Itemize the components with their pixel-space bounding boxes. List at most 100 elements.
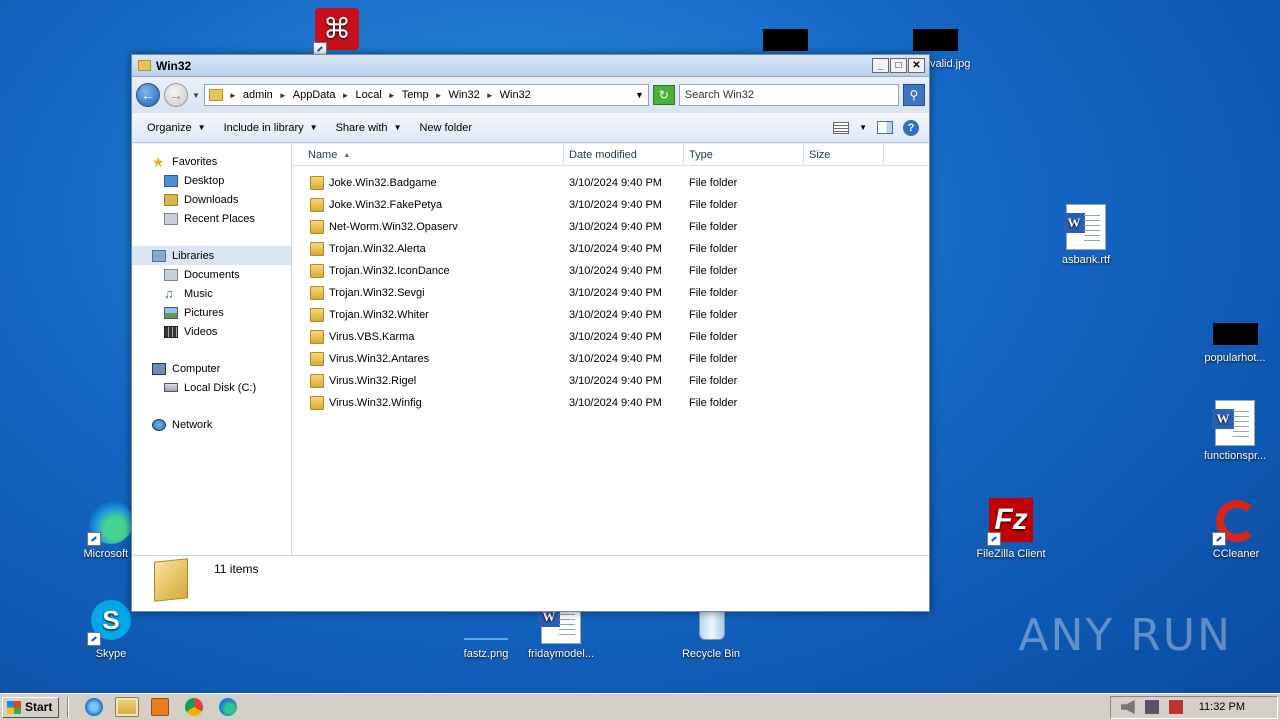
nav-label: Local Disk (C:) [184, 381, 257, 394]
nav-libraries[interactable]: Libraries [132, 246, 291, 265]
folder-icon [310, 198, 324, 212]
forward-button[interactable]: → [164, 83, 188, 107]
title-bar[interactable]: Win32 _ □ ✕ [132, 55, 929, 77]
nav-recent-places[interactable]: Recent Places [132, 209, 291, 228]
network-tray-icon[interactable] [1144, 700, 1159, 714]
chevron-right-icon[interactable]: ► [279, 91, 287, 100]
date-modified-cell: 3/10/2024 9:40 PM [569, 287, 662, 299]
table-row[interactable]: Virus.Win32.Rigel 3/10/2024 9:40 PM File f… [292, 370, 929, 392]
new-folder-button[interactable]: New folder [410, 122, 481, 134]
redacted-icon [913, 29, 958, 51]
disk-icon [164, 383, 178, 392]
media-player-icon[interactable] [151, 698, 170, 716]
preview-pane-icon[interactable] [877, 121, 893, 134]
desktop-icon-label: Recycle Bin [681, 648, 741, 660]
desktop-icon-popularhot[interactable]: popularhot... [1190, 352, 1280, 364]
chevron-right-icon[interactable]: ► [229, 91, 237, 100]
nav-pictures[interactable]: Pictures [132, 303, 291, 322]
nav-music[interactable]: ♫ Music [132, 284, 291, 303]
organize-button[interactable]: Organize ▼ [138, 122, 215, 134]
nav-network[interactable]: Network [132, 415, 291, 434]
pictures-icon [164, 306, 178, 319]
column-header-name[interactable]: Name ▲ [292, 144, 564, 166]
breadcrumb-admin[interactable]: admin [243, 89, 273, 101]
explorer-icon[interactable] [115, 697, 140, 717]
address-bar[interactable]: ► admin ► AppData ► Local ► Temp ► Win32… [203, 84, 649, 106]
include-in-library-button[interactable]: Include in library ▼ [215, 122, 327, 134]
table-row[interactable]: Trojan.Win32.IconDance 3/10/2024 9:40 PM F… [292, 260, 929, 282]
nav-computer[interactable]: Computer [132, 359, 291, 378]
column-header-size[interactable]: Size [804, 144, 884, 166]
chevron-down-icon: ▼ [197, 123, 206, 132]
back-button[interactable]: ← [136, 83, 160, 107]
chevron-right-icon[interactable]: ► [435, 91, 443, 100]
nav-label: Downloads [184, 193, 239, 206]
type-cell: File folder [689, 353, 738, 365]
include-in-library-label: Include in library [223, 121, 304, 134]
chrome-icon[interactable] [185, 698, 204, 716]
column-header-type[interactable]: Type [684, 144, 804, 166]
nav-downloads[interactable]: Downloads [132, 190, 291, 209]
date-modified-cell: 3/10/2024 9:40 PM [569, 397, 662, 409]
chevron-down-icon[interactable]: ▼ [635, 90, 644, 100]
nav-desktop[interactable]: Desktop [132, 171, 291, 190]
share-with-button[interactable]: Share with ▼ [327, 122, 411, 134]
explorer-window[interactable]: Win32 _ □ ✕ ← → ▼ ► admin ► AppData ► Lo… [131, 54, 930, 612]
minimize-button[interactable]: _ [872, 58, 889, 73]
file-list[interactable]: Name ▲ Date modified Type Size Joke.Win3… [292, 144, 929, 555]
recent-places-icon [164, 212, 178, 225]
breadcrumb-appdata[interactable]: AppData [293, 89, 336, 101]
close-button[interactable]: ✕ [908, 58, 925, 73]
folder-icon [310, 176, 324, 190]
chevron-right-icon[interactable]: ► [388, 91, 396, 100]
table-row[interactable]: Virus.Win32.Winfig 3/10/2024 9:40 PM File … [292, 392, 929, 414]
table-row[interactable]: Trojan.Win32.Sevgi 3/10/2024 9:40 PM File … [292, 282, 929, 304]
breadcrumb-win32[interactable]: Win32 [449, 89, 480, 101]
edge-icon[interactable] [219, 698, 238, 716]
nav-local-disk[interactable]: Local Disk (C:) [132, 378, 291, 397]
table-row[interactable]: Joke.Win32.FakePetya 3/10/2024 9:40 PM Fil… [292, 194, 929, 216]
volume-icon[interactable] [1120, 700, 1135, 714]
desktop-icon-filezilla[interactable]: Fz FileZilla Client [966, 498, 1056, 560]
table-row[interactable]: Net-Worm.Win32.Opaserv 3/10/2024 9:40 PM F… [292, 216, 929, 238]
maximize-button[interactable]: □ [890, 58, 907, 73]
internet-explorer-icon[interactable] [85, 698, 104, 716]
desktop-icon-asbank[interactable]: W asbank.rtf [1041, 204, 1131, 266]
nav-documents[interactable]: Documents [132, 265, 291, 284]
desktop-icon-functionspr[interactable]: W functionspr... [1190, 400, 1280, 462]
table-row[interactable]: Virus.Win32.Antares 3/10/2024 9:40 PM File… [292, 348, 929, 370]
start-button[interactable]: Start [2, 696, 60, 718]
recent-pages-dropdown[interactable]: ▼ [192, 91, 200, 100]
refresh-button[interactable]: ↻ [652, 85, 675, 105]
chevron-right-icon[interactable]: ► [342, 91, 350, 100]
search-input[interactable]: Search Win32 [678, 84, 899, 106]
chevron-down-icon[interactable]: ▼ [859, 123, 867, 132]
nav-label: Favorites [172, 155, 218, 168]
type-cell: File folder [689, 309, 738, 321]
breadcrumb-win32-current[interactable]: Win32 [500, 89, 531, 101]
type-cell: File folder [689, 331, 738, 343]
search-button[interactable]: ⚲ [902, 84, 925, 106]
clock[interactable]: 11:32 PM [1199, 701, 1245, 713]
help-icon[interactable]: ? [903, 119, 919, 136]
table-row[interactable]: Trojan.Win32.Alerta 3/10/2024 9:40 PM File… [292, 238, 929, 260]
organize-label: Organize [147, 121, 192, 134]
chevron-right-icon[interactable]: ► [486, 91, 494, 100]
change-view-icon[interactable] [833, 121, 850, 134]
nav-videos[interactable]: Videos [132, 322, 291, 341]
file-name-cell: Virus.Win32.Winfig [292, 396, 564, 410]
nav-favorites[interactable]: ★ Favorites [132, 152, 291, 171]
column-header-date[interactable]: Date modified [564, 144, 684, 166]
table-row[interactable]: Virus.VBS.Karma 3/10/2024 9:40 PM File fol… [292, 326, 929, 348]
desktop-icon-ccleaner[interactable]: CCleaner [1191, 498, 1280, 560]
desktop-icon-pdf[interactable]: ⌘ [292, 8, 382, 58]
file-name-cell: Trojan.Win32.Whiter [292, 308, 564, 322]
table-row[interactable]: Joke.Win32.Badgame 3/10/2024 9:40 PM File … [292, 172, 929, 194]
star-icon: ★ [152, 153, 165, 170]
breadcrumb-local[interactable]: Local [355, 89, 381, 101]
address-bar-row: ← → ▼ ► admin ► AppData ► Local ► Temp ►… [132, 77, 929, 113]
music-icon: ♫ [164, 285, 174, 301]
breadcrumb-temp[interactable]: Temp [402, 89, 429, 101]
flag-icon[interactable] [1168, 700, 1183, 714]
table-row[interactable]: Trojan.Win32.Whiter 3/10/2024 9:40 PM File… [292, 304, 929, 326]
